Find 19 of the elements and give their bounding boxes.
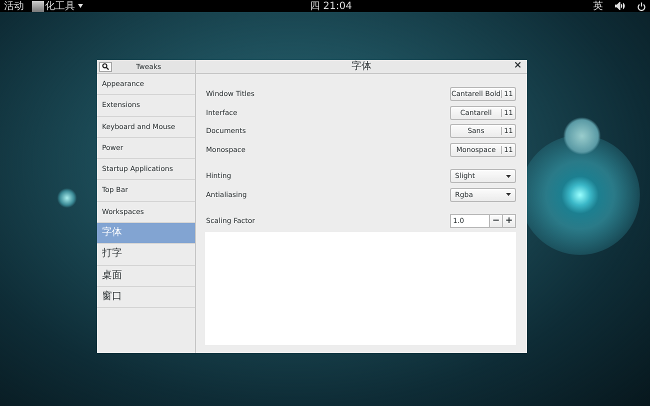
window-title: 字体 — [352, 60, 372, 72]
app-menu[interactable]: 化工具 — [32, 0, 83, 13]
activities-button[interactable]: 活动 — [4, 0, 24, 13]
app-icon — [32, 0, 44, 12]
search-button[interactable] — [99, 62, 112, 72]
caret-icon — [506, 193, 511, 196]
increment-button[interactable]: + — [503, 214, 516, 228]
decrement-button[interactable]: − — [490, 214, 503, 228]
close-button[interactable]: × — [514, 60, 522, 72]
clock[interactable]: 四 21:04 — [310, 0, 352, 13]
input-method-menu[interactable]: 英 — [593, 0, 603, 13]
sidebar-item[interactable]: 桌面 — [97, 266, 195, 287]
volume-icon[interactable] — [615, 2, 625, 10]
caret-icon — [78, 4, 83, 8]
bubble-drawing — [57, 188, 77, 208]
sidebar-item[interactable]: 打字 — [97, 244, 195, 266]
caret-icon — [506, 174, 511, 178]
sidebar-item[interactable]: 窗口 — [97, 286, 195, 308]
power-icon[interactable] — [637, 2, 646, 10]
